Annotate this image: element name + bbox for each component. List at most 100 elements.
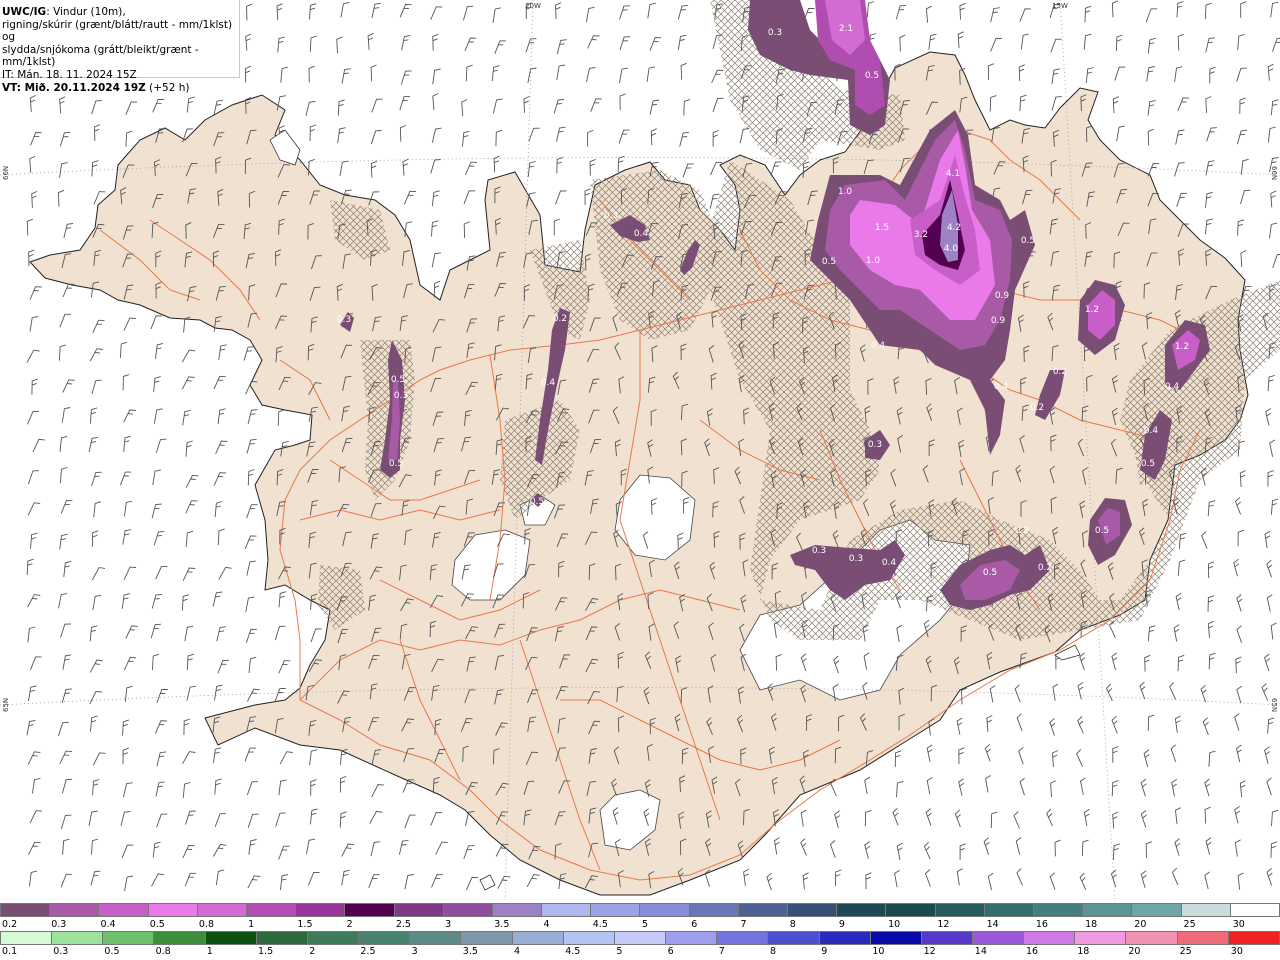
wind-barb bbox=[494, 40, 506, 54]
legend_rain-label: 20 bbox=[1128, 946, 1141, 957]
precip-value-label: 0.4 bbox=[541, 378, 556, 388]
wind-barb bbox=[1202, 717, 1209, 735]
wind-barb bbox=[368, 874, 380, 888]
wind-barb bbox=[152, 653, 160, 671]
wind-barb bbox=[26, 218, 34, 236]
wind-barb bbox=[1079, 652, 1086, 671]
wind-barb bbox=[1235, 656, 1242, 674]
wind-barb bbox=[244, 535, 257, 550]
wind-barb bbox=[31, 777, 41, 794]
wind-barb bbox=[834, 869, 842, 887]
wind-barb bbox=[1145, 841, 1152, 858]
precip-value-label: 0.3 bbox=[868, 440, 882, 450]
legend_snow-swatch bbox=[1082, 903, 1132, 917]
wind-barb bbox=[213, 843, 227, 857]
wind-barb bbox=[26, 719, 36, 736]
wind-barb bbox=[1147, 128, 1154, 146]
wind-barb bbox=[1018, 746, 1024, 765]
header-valid-time: VT: Mið. 20.11.2024 19Z bbox=[2, 81, 146, 94]
wind-barb bbox=[278, 660, 291, 674]
wind-barb bbox=[214, 778, 222, 795]
wind-barb bbox=[926, 744, 933, 762]
wind-barb bbox=[1143, 749, 1150, 768]
legend_rain-label: 10 bbox=[872, 946, 885, 957]
wind-barb bbox=[590, 98, 602, 112]
legend_rain-swatch bbox=[255, 931, 307, 945]
wind-barb bbox=[213, 472, 226, 486]
wind-barb bbox=[31, 378, 39, 395]
wind-barb bbox=[959, 843, 966, 860]
legend-snow-labels: 0.2 0.3 0.4 0.5 0.8 1 1.5 2 2.5 3 3.5 4 4.5 5 6 7 8 9 10 12… bbox=[0, 919, 1280, 931]
legend_snow-swatch bbox=[491, 903, 542, 917]
precip-value-label: 0.4 bbox=[634, 229, 649, 239]
legend_snow-label: 0.5 bbox=[149, 919, 165, 930]
wind-barb bbox=[217, 528, 225, 546]
wind-barb bbox=[371, 2, 381, 18]
wind-barb bbox=[987, 872, 994, 891]
wind-barb bbox=[341, 843, 355, 857]
wind-barb bbox=[370, 64, 377, 82]
wind-barb bbox=[182, 844, 195, 859]
wind-barb bbox=[185, 530, 194, 548]
wind-barb bbox=[216, 626, 226, 642]
wind-barb bbox=[277, 409, 285, 426]
wind-barb bbox=[619, 5, 630, 20]
wind-barb bbox=[280, 66, 288, 83]
wind-barb bbox=[1049, 718, 1056, 736]
wind-barb bbox=[1147, 714, 1155, 731]
wind-barb bbox=[985, 775, 991, 793]
wind-barb bbox=[585, 6, 595, 23]
wind-barb bbox=[92, 594, 102, 611]
wind-barb bbox=[151, 503, 162, 519]
wind-barb bbox=[928, 33, 937, 50]
legend_snow-label: 1 bbox=[248, 919, 255, 930]
wind-barb bbox=[27, 626, 36, 643]
wind-barb bbox=[464, 161, 478, 176]
wind-barb bbox=[1174, 66, 1183, 83]
wind-barb bbox=[339, 160, 349, 176]
wind-barb bbox=[709, 161, 723, 176]
legend_rain-label: 7 bbox=[718, 946, 725, 957]
wind-barb bbox=[29, 286, 42, 300]
wind-barb bbox=[555, 2, 562, 20]
wind-barb bbox=[1272, 254, 1280, 269]
wind-barb bbox=[800, 838, 807, 856]
wind-barb bbox=[245, 33, 252, 51]
wind-barb bbox=[26, 349, 40, 363]
wind-barb bbox=[60, 500, 73, 514]
wind-barb bbox=[1264, 530, 1271, 549]
legend_snow-swatch bbox=[934, 903, 984, 917]
wind-barb bbox=[492, 98, 503, 114]
wind-barb bbox=[152, 98, 165, 113]
wind-barb bbox=[1235, 744, 1242, 763]
legend_rain-label: 5 bbox=[616, 946, 623, 957]
wind-barb bbox=[122, 747, 129, 765]
wind-barb bbox=[894, 750, 902, 767]
wind-barb bbox=[29, 316, 39, 332]
wind-barb bbox=[647, 2, 656, 19]
legend_snow-swatch bbox=[590, 903, 640, 917]
legend_rain-swatch bbox=[920, 931, 972, 945]
precip-value-label: 0.2 bbox=[1038, 563, 1052, 573]
wind-barb bbox=[677, 4, 689, 20]
wind-barb bbox=[619, 93, 626, 111]
legend_snow-swatch bbox=[442, 903, 492, 917]
wind-barb bbox=[30, 656, 42, 671]
wind-barb bbox=[1076, 749, 1083, 767]
wind-barb bbox=[1177, 654, 1185, 672]
wind-barb bbox=[182, 751, 196, 765]
wind-barb bbox=[186, 96, 195, 113]
legend_rain-swatch bbox=[613, 931, 666, 945]
wind-barb bbox=[214, 684, 223, 701]
wind-barb bbox=[1111, 652, 1118, 671]
wind-barb bbox=[990, 7, 1000, 23]
wind-barb bbox=[1077, 682, 1084, 700]
wind-barb bbox=[274, 625, 286, 641]
wind-barb bbox=[527, 67, 537, 83]
legend_rain-label: 0.1 bbox=[2, 946, 18, 957]
wind-barb bbox=[90, 870, 101, 886]
precip-value-label: 3.2 bbox=[914, 230, 928, 240]
legend_snow-label: 0.8 bbox=[198, 919, 215, 930]
wind-barb bbox=[305, 101, 316, 117]
precip-value-label: 1.5 bbox=[875, 223, 889, 233]
